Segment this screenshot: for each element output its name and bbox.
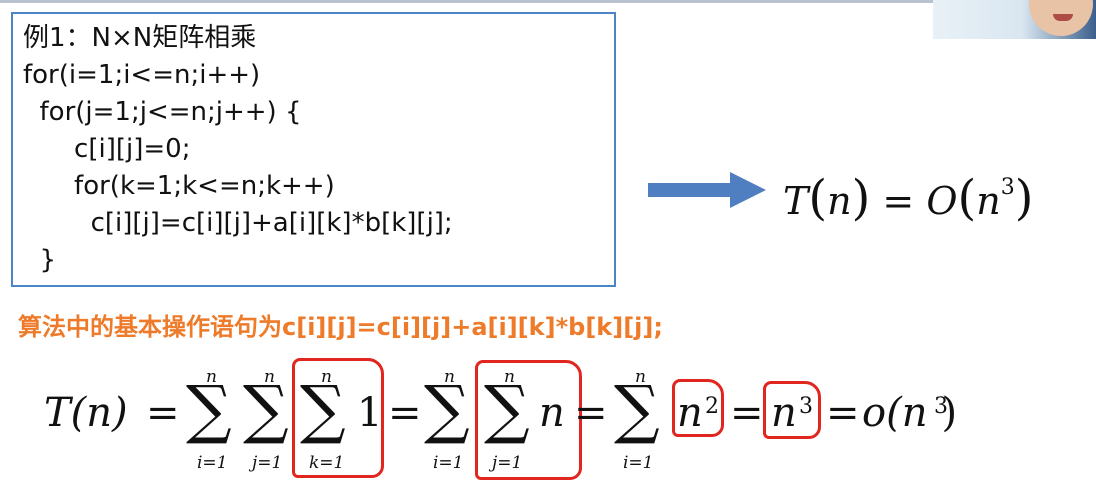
result-n-2: n <box>976 179 1001 223</box>
code-line-7: } <box>23 245 57 275</box>
code-line-3: for(j=1;j<=n;j++) { <box>23 97 302 127</box>
sum-i3-symbol: ∑ <box>614 373 660 447</box>
sum-j-symbol: ∑ <box>243 373 289 447</box>
equation-equals-5: = <box>826 390 860 436</box>
code-line-2: for(i=1;i<=n;i++) <box>23 60 261 90</box>
result-equals: = <box>882 179 915 223</box>
result-paren-open-2: ( <box>957 170 977 226</box>
sum-i-symbol: ∑ <box>186 373 232 447</box>
final-exponent: 3 <box>934 394 948 419</box>
result-paren-open: ( <box>808 170 828 226</box>
sum-i-lower: i=1 <box>197 453 228 473</box>
annotation-box-n-cubed <box>763 381 821 439</box>
sum-i3-lower: i=1 <box>623 453 654 473</box>
code-line-4: c[i][j]=0; <box>41 134 191 164</box>
result-n: n <box>827 179 852 223</box>
top-rule <box>0 0 1096 3</box>
equation-lhs: T(n) <box>44 390 128 436</box>
equation-equals-2: = <box>388 390 422 436</box>
code-line-5: for(k=1;k<=n;k++) <box>41 171 335 201</box>
equation-final: o(n 3) <box>862 388 957 438</box>
equation-equals-4: = <box>730 390 764 436</box>
equation-equals-1: = <box>146 390 180 436</box>
annotation-box-k-sum <box>292 358 384 478</box>
result-o: O <box>926 179 958 223</box>
code-box: 例1：N×N矩阵相乘 for(i=1;i<=n;i++) for(j=1;j<=… <box>11 12 616 287</box>
result-exponent: 3 <box>1000 175 1015 200</box>
basic-operation-statement: 算法中的基本操作语句为c[i][j]=c[i][j]+a[i][k]*b[k][… <box>18 313 663 341</box>
annotation-box-j-sum <box>475 360 582 480</box>
code-line-1: 例1：N×N矩阵相乘 <box>23 23 257 53</box>
result-paren-close: ) <box>851 170 871 226</box>
result-paren-close-2: ) <box>1014 170 1034 226</box>
code-line-6: c[i][j]=c[i][j]+a[i][k]*b[k][j]; <box>41 208 453 238</box>
sum-j-lower: j=1 <box>252 453 283 473</box>
complexity-result: T(n) = O(n3) <box>783 158 1033 231</box>
right-arrow-icon <box>648 172 766 208</box>
webcam-overlay <box>933 0 1096 39</box>
sum-i2-lower: i=1 <box>433 453 464 473</box>
sum-i2-symbol: ∑ <box>424 373 470 447</box>
result-t: T <box>783 179 809 223</box>
equation-equals-3: = <box>574 390 608 436</box>
annotation-box-n-squared <box>672 379 724 437</box>
